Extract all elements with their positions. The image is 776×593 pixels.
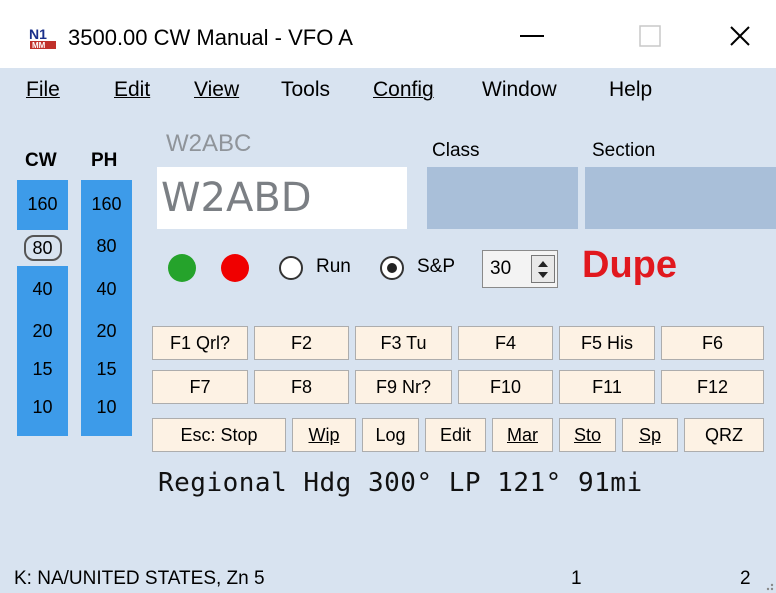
menu-config-label: Config: [373, 78, 434, 101]
ph-band-160[interactable]: 160: [81, 191, 132, 217]
log-button[interactable]: Log: [362, 418, 419, 452]
close-button[interactable]: [712, 14, 768, 58]
section-input[interactable]: [585, 167, 776, 229]
mark-button-label: Mar: [507, 425, 538, 445]
f10-button[interactable]: F10: [458, 370, 553, 404]
menu-view-label: View: [194, 78, 240, 101]
cw-band-80-label: 80: [23, 235, 62, 261]
edit-button[interactable]: Edit: [425, 418, 486, 452]
status-panel-2: 2: [740, 568, 751, 589]
cw-band-15[interactable]: 15: [17, 356, 68, 382]
menu-help[interactable]: Help: [609, 78, 652, 102]
window-title: 3500.00 CW Manual - VFO A: [68, 25, 353, 50]
f8-button[interactable]: F8: [254, 370, 349, 404]
menu-file-label: File: [26, 78, 60, 101]
mark-button[interactable]: Mar: [492, 418, 553, 452]
ph-band-80[interactable]: 80: [81, 233, 132, 259]
previous-call-label: W2ABC: [166, 130, 252, 157]
spin-down-icon: [538, 271, 548, 278]
wipe-button-label: Wip: [308, 425, 340, 445]
f4-button[interactable]: F4: [458, 326, 553, 360]
menu-view[interactable]: View: [194, 78, 239, 102]
heading-info-line: Regional Hdg 300° LP 121° 91mi: [158, 468, 643, 498]
f6-button[interactable]: F6: [661, 326, 764, 360]
f5-button[interactable]: F5 His: [559, 326, 655, 360]
ph-band-10[interactable]: 10: [81, 394, 132, 420]
run-radio[interactable]: [279, 256, 303, 280]
entry-window-client: File Edit View Tools Config Window Help …: [0, 68, 776, 593]
spot-button[interactable]: Sp: [622, 418, 678, 452]
n1mm-logo-icon: N1 MM: [28, 25, 58, 51]
ph-band-20[interactable]: 20: [81, 318, 132, 344]
cw-column-label: CW: [25, 150, 57, 171]
section-label: Section: [592, 140, 656, 161]
wipe-button[interactable]: Wip: [292, 418, 356, 452]
dupe-indicator: Dupe: [582, 244, 677, 286]
menu-window-label: Window: [482, 78, 557, 101]
f1-button[interactable]: F1 Qrl?: [152, 326, 248, 360]
spin-updown-button[interactable]: [531, 255, 555, 283]
spot-button-label: Sp: [638, 425, 662, 445]
status-panel-1: 1: [571, 568, 582, 589]
menu-edit[interactable]: Edit: [114, 78, 150, 102]
minimize-button[interactable]: [504, 14, 560, 58]
class-input[interactable]: [427, 167, 578, 229]
cw-band-20[interactable]: 20: [17, 318, 68, 344]
spin-up-icon: [538, 260, 548, 267]
class-label: Class: [432, 140, 480, 161]
menu-help-label: Help: [609, 78, 653, 101]
run-radio-label: Run: [316, 256, 351, 277]
maximize-button[interactable]: [622, 14, 678, 58]
close-icon: [730, 26, 750, 46]
menu-file[interactable]: File: [26, 78, 60, 102]
svg-text:MM: MM: [32, 41, 46, 50]
menu-tools[interactable]: Tools: [281, 78, 330, 102]
ph-band-list: 160 80 40 20 15 10: [81, 180, 132, 436]
cw-band-80[interactable]: 80: [17, 230, 68, 266]
menu-tools-label: Tools: [281, 78, 331, 101]
ph-column-label: PH: [91, 150, 118, 171]
menu-window[interactable]: Window: [482, 78, 557, 102]
status-country-zone: K: NA/UNITED STATES, Zn 5: [14, 568, 265, 589]
maximize-icon: [639, 25, 661, 47]
f9-button[interactable]: F9 Nr?: [355, 370, 452, 404]
f11-button[interactable]: F11: [559, 370, 655, 404]
store-button[interactable]: Sto: [559, 418, 616, 452]
esc-stop-button[interactable]: Esc: Stop: [152, 418, 286, 452]
f3-button[interactable]: F3 Tu: [355, 326, 452, 360]
menu-edit-label: Edit: [114, 78, 151, 101]
cw-band-40[interactable]: 40: [17, 276, 68, 302]
title-bar: N1 MM 3500.00 CW Manual - VFO A: [0, 0, 776, 68]
cw-band-10[interactable]: 10: [17, 394, 68, 420]
cw-band-160[interactable]: 160: [17, 191, 68, 217]
ph-band-40[interactable]: 40: [81, 276, 132, 302]
sp-radio[interactable]: [380, 256, 404, 280]
resize-grip-icon[interactable]: [762, 578, 774, 591]
menu-config[interactable]: Config: [373, 78, 434, 102]
svg-text:N1: N1: [29, 26, 47, 42]
f7-button[interactable]: F7: [152, 370, 248, 404]
f12-button[interactable]: F12: [661, 370, 764, 404]
store-button-label: Sto: [573, 425, 602, 445]
ph-band-15[interactable]: 15: [81, 356, 132, 382]
red-status-led: [221, 254, 249, 282]
green-status-led: [168, 254, 196, 282]
sp-radio-label: S&P: [417, 256, 456, 277]
spin-control[interactable]: 30: [482, 250, 558, 288]
qrz-button[interactable]: QRZ: [684, 418, 764, 452]
f2-button[interactable]: F2: [254, 326, 349, 360]
cw-band-list: 160 80 40 20 15 10: [17, 180, 68, 436]
spin-value: 30: [490, 258, 512, 279]
callsign-input[interactable]: W2ABD: [157, 167, 407, 229]
menu-bar: File Edit View Tools Config Window Help: [0, 68, 776, 112]
minimize-icon: [520, 35, 544, 37]
